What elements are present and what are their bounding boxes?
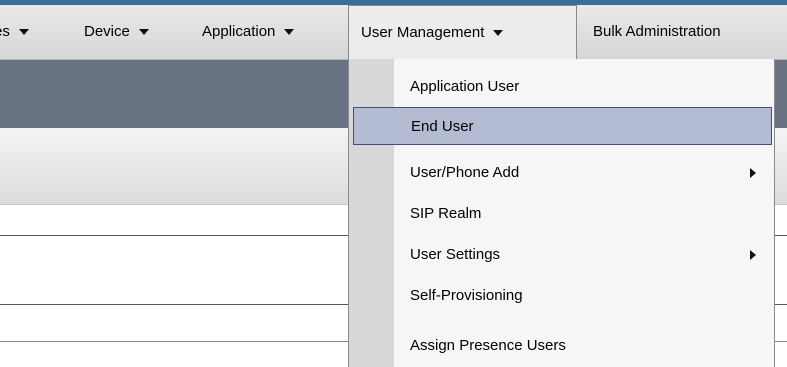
menu-option-label: User Settings: [410, 246, 501, 263]
menu-option-label: Application User: [410, 78, 520, 95]
menu-item-label: User Management: [361, 24, 485, 41]
chevron-down-icon: [138, 29, 149, 36]
menu-item-features[interactable]: es: [0, 5, 29, 59]
menu-option-label: Self-Provisioning: [410, 287, 523, 304]
menu-option-label: SIP Realm: [410, 205, 482, 222]
menu-option-assign-presence-users[interactable]: Assign Presence Users: [349, 327, 774, 365]
menu-option-label: User/Phone Add: [410, 164, 520, 181]
menu-item-label: Bulk Administration: [593, 23, 721, 40]
menu-option-sip-realm[interactable]: SIP Realm: [349, 195, 774, 233]
menu-item-user-management[interactable]: User Management: [348, 5, 577, 60]
chevron-down-icon: [284, 29, 295, 36]
menu-option-end-user[interactable]: End User: [353, 107, 772, 145]
menu-option-application-user[interactable]: Application User: [349, 68, 774, 106]
user-management-dropdown: Application User End User User/Phone Add…: [348, 59, 775, 367]
chevron-down-icon: [493, 30, 504, 37]
menu-option-self-provisioning[interactable]: Self-Provisioning: [349, 277, 774, 315]
menu-item-label: Application: [202, 23, 276, 40]
chevron-down-icon: [18, 29, 29, 36]
menu-option-label: Assign Presence Users: [410, 337, 566, 354]
menu-item-application[interactable]: Application: [202, 5, 295, 59]
menu-item-device[interactable]: Device: [84, 5, 149, 59]
menu-option-user-phone-add[interactable]: User/Phone Add: [349, 154, 774, 192]
menu-item-bulk-administration[interactable]: Bulk Administration: [593, 5, 721, 59]
menu-option-label: End User: [411, 118, 474, 135]
menu-item-label: Device: [84, 23, 130, 40]
main-menubar: es Device Application User Management Bu…: [0, 5, 787, 60]
menu-option-user-settings[interactable]: User Settings: [349, 236, 774, 274]
submenu-arrow-icon: [750, 168, 756, 178]
submenu-arrow-icon: [750, 250, 756, 260]
menu-item-label: es: [0, 23, 10, 40]
